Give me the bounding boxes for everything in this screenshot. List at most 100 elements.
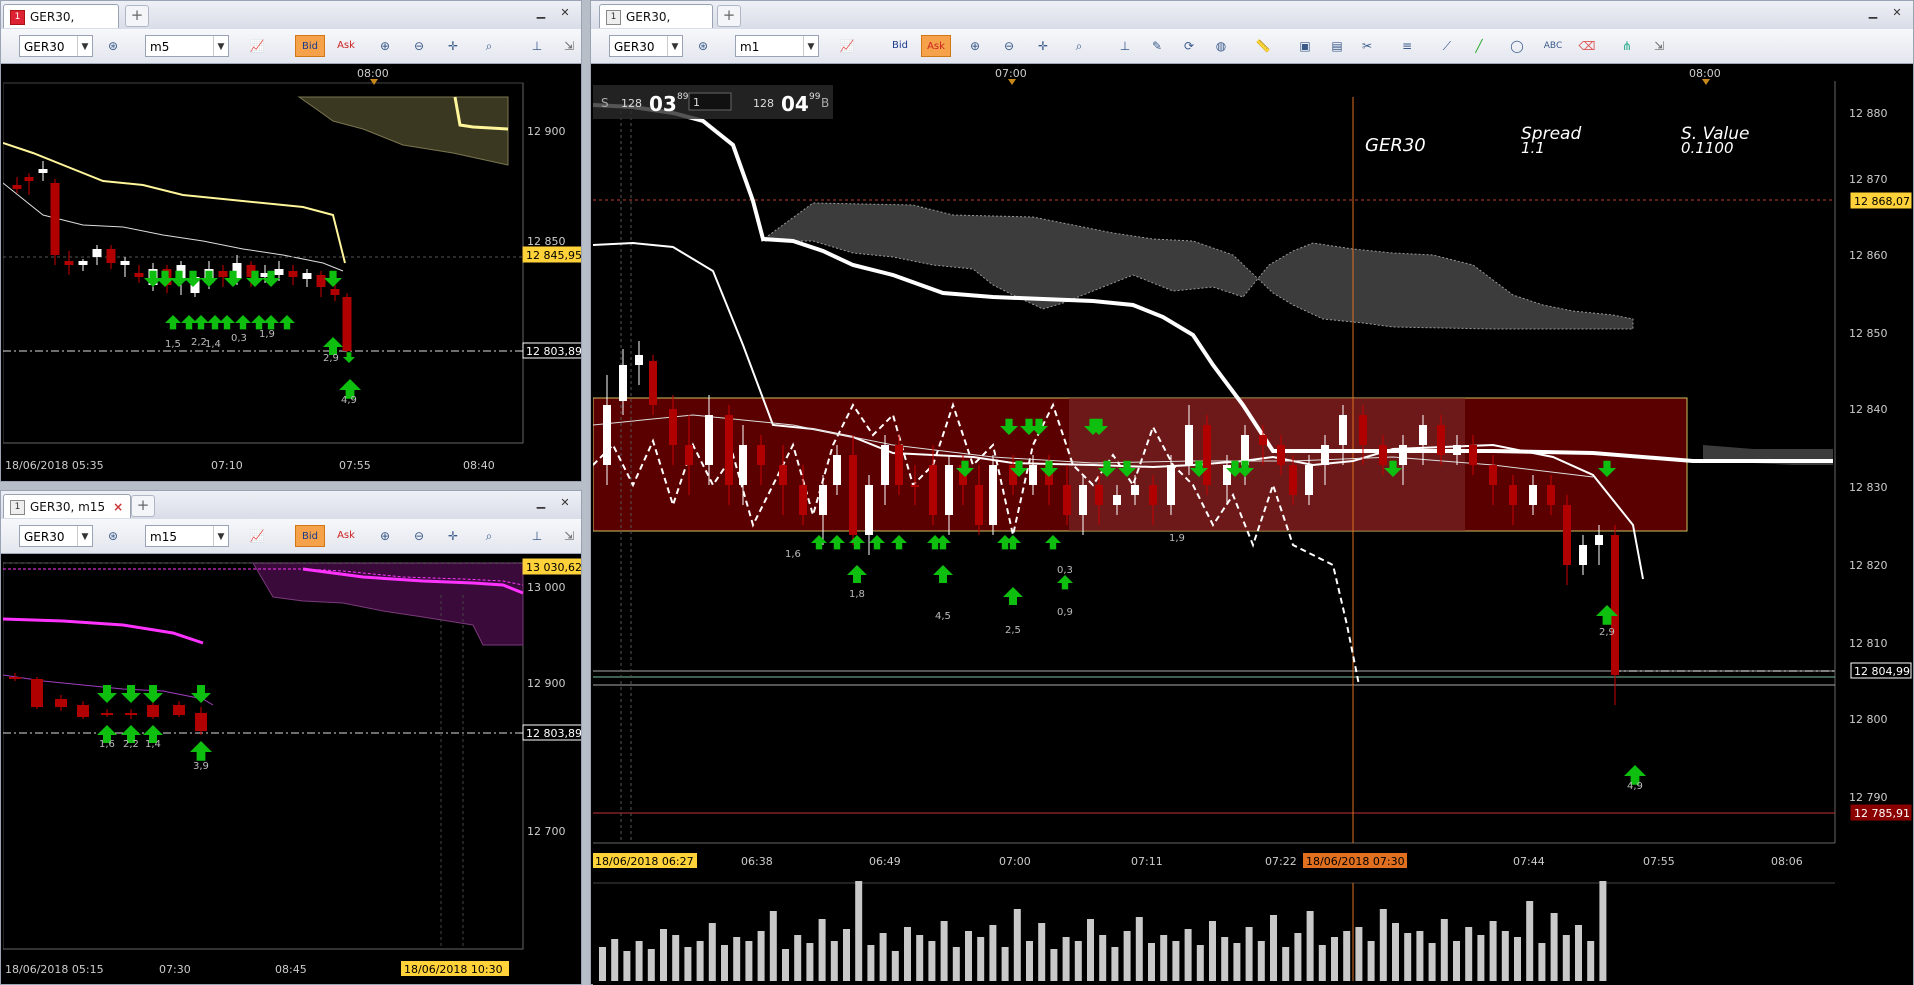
tab-ger30-m15[interactable]: 1 GER30, m15 × — [3, 494, 131, 518]
crosshair-icon[interactable]: ⊛ — [101, 35, 125, 57]
timeframe-select[interactable]: m5 ▼ — [145, 35, 229, 57]
minimize-window-button[interactable]: ▁ — [531, 5, 551, 21]
spread-value: 1.1 — [1521, 139, 1545, 157]
crosshair-tool-icon[interactable]: ✛ — [1031, 35, 1055, 57]
structure-icon[interactable]: ⋔ — [1615, 35, 1639, 57]
candle-body — [1529, 485, 1537, 505]
chart-toolbar: GER30 ▼ ⊛ m15 ▼ 📈 Bid Ask ⊕ ⊖ ✛ ⌕ ⊥ ⇲ — [1, 519, 581, 554]
add-tab-button[interactable]: + — [717, 5, 741, 27]
price-tag-text: 12 845,95 — [526, 249, 581, 262]
trendline-icon[interactable]: ⊥ — [525, 35, 549, 57]
globe-icon[interactable]: ◍ — [1209, 35, 1233, 57]
info-symbol: GER30 — [1365, 135, 1426, 156]
candle-body — [77, 705, 89, 717]
candle-body — [975, 485, 983, 525]
template-icon[interactable]: ▤ — [1325, 35, 1349, 57]
candle-body — [1113, 495, 1121, 505]
candle-body — [342, 297, 352, 351]
candle-body — [799, 485, 807, 515]
close-window-button[interactable]: ✕ — [555, 5, 575, 21]
chart-type-icon[interactable]: 📈 — [245, 35, 269, 57]
volume-bar — [1294, 933, 1302, 981]
signal-value-label: 1,6 — [785, 549, 801, 560]
magnifier-icon[interactable]: ⌕ — [477, 35, 501, 57]
volume-bar — [1135, 917, 1143, 981]
candle-body — [1149, 485, 1157, 505]
note-icon[interactable]: ✎ — [1145, 35, 1169, 57]
lines-icon[interactable]: ≡ — [1395, 35, 1419, 57]
volume-bar — [1343, 931, 1351, 981]
volume-bar — [635, 941, 643, 981]
fan-icon[interactable]: ⟋ — [1435, 35, 1459, 57]
ask-button[interactable]: Ask — [331, 525, 361, 547]
close-tab-icon[interactable]: × — [113, 500, 123, 514]
candle-body — [195, 713, 207, 731]
volume-bar — [1392, 923, 1399, 981]
eraser-icon[interactable]: ⌫ — [1575, 35, 1599, 57]
ask-button[interactable]: Ask — [331, 35, 361, 57]
volume-bar — [1245, 927, 1253, 981]
zoom-in-icon[interactable]: ⊕ — [373, 525, 397, 547]
ask-button[interactable]: Ask — [921, 35, 951, 57]
text-icon[interactable]: ABC — [1541, 35, 1565, 57]
minimize-window-button[interactable]: ▁ — [531, 495, 551, 511]
chart-type-icon[interactable]: 📈 — [245, 525, 269, 547]
trendline-icon[interactable]: ⊥ — [525, 525, 549, 547]
ruler-icon[interactable]: 📏 — [1251, 35, 1275, 57]
volume-bar — [757, 931, 765, 981]
candle-body — [989, 465, 997, 525]
candle-body — [865, 485, 873, 535]
price-chart-m15[interactable]: 1,6 2,2 1,4 3,9 13 000 12 900 12 700 13 030,62 1… — [3, 555, 581, 984]
instrument-select[interactable]: GER30 ▼ — [609, 35, 683, 57]
zoom-in-icon[interactable]: ⊕ — [373, 35, 397, 57]
candle-body — [1379, 445, 1387, 465]
crosshair-icon[interactable]: ⊛ — [691, 35, 715, 57]
magnifier-icon[interactable]: ⌕ — [1067, 35, 1091, 57]
candle-body — [316, 275, 326, 287]
chart-toolbar: GER30 ▼ ⊛ m1 ▼ 📈 Bid Ask ⊕ ⊖ ✛ ⌕ ⊥ ✎ ⟳ ◍ 📏… — [591, 29, 1913, 64]
tools-icon[interactable]: ✂ — [1355, 35, 1379, 57]
bid-button[interactable]: Bid — [885, 35, 915, 57]
price-chart-m5[interactable]: 08:00 1,5 2,2 1,4 0,3 1,9 2,9 4,9 12 900 12 850 12… — [3, 65, 581, 481]
add-tab-button[interactable]: + — [125, 5, 149, 27]
chart-type-icon[interactable]: 📈 — [835, 35, 859, 57]
time-axis-label: 07:30 — [159, 963, 191, 976]
magnifier-icon[interactable]: ⌕ — [477, 525, 501, 547]
ellipse-icon[interactable]: ◯ — [1505, 35, 1529, 57]
color-picker-icon[interactable]: ╱ — [1467, 35, 1491, 57]
candle-body — [274, 269, 284, 275]
signal-value-label: 0,3 — [231, 333, 247, 344]
candle-body — [1079, 485, 1087, 515]
zoom-in-icon[interactable]: ⊕ — [963, 35, 987, 57]
zoom-out-icon[interactable]: ⊖ — [997, 35, 1021, 57]
tab-bar: 1 GER30, m15 × + ▁ ✕ — [1, 491, 581, 520]
price-chart-m1[interactable]: 07:00 08:00 1,8 4,5 2,5 0,9 0,3 1,9 2,9 4,9 1,6 S 12… — [593, 65, 1913, 985]
candle-body — [288, 271, 298, 277]
more-options-icon[interactable]: ⇲ — [1647, 35, 1671, 57]
more-options-icon[interactable]: ⇲ — [557, 525, 581, 547]
candle-body — [649, 361, 657, 405]
minimize-window-button[interactable]: ▁ — [1863, 5, 1883, 21]
refresh-icon[interactable]: ⟳ — [1177, 35, 1201, 57]
bid-button[interactable]: Bid — [295, 525, 325, 547]
zoom-out-icon[interactable]: ⊖ — [407, 525, 431, 547]
zoom-out-icon[interactable]: ⊖ — [407, 35, 431, 57]
trendline-icon[interactable]: ⊥ — [1113, 35, 1137, 57]
close-window-button[interactable]: ✕ — [1887, 5, 1907, 21]
instrument-select[interactable]: GER30 ▼ — [19, 525, 93, 547]
crosshair-tool-icon[interactable]: ✛ — [441, 35, 465, 57]
candle-body — [55, 699, 67, 707]
timeframe-select[interactable]: m1 ▼ — [735, 35, 819, 57]
close-window-button[interactable]: ✕ — [555, 495, 575, 511]
tab-ger30-m1[interactable]: 1 GER30, m1× — [599, 4, 713, 48]
bid-button[interactable]: Bid — [295, 35, 325, 57]
candle-body — [1437, 425, 1445, 455]
crosshair-icon[interactable]: ⊛ — [101, 525, 125, 547]
image-icon[interactable]: ▣ — [1293, 35, 1317, 57]
tab-ger30-m5[interactable]: 1 GER30, m5× — [3, 4, 119, 48]
timeframe-select[interactable]: m15 ▼ — [145, 525, 229, 547]
add-tab-button[interactable]: + — [131, 495, 155, 517]
crosshair-tool-icon[interactable]: ✛ — [441, 525, 465, 547]
more-options-icon[interactable]: ⇲ — [557, 35, 581, 57]
instrument-select[interactable]: GER30 ▼ — [19, 35, 93, 57]
